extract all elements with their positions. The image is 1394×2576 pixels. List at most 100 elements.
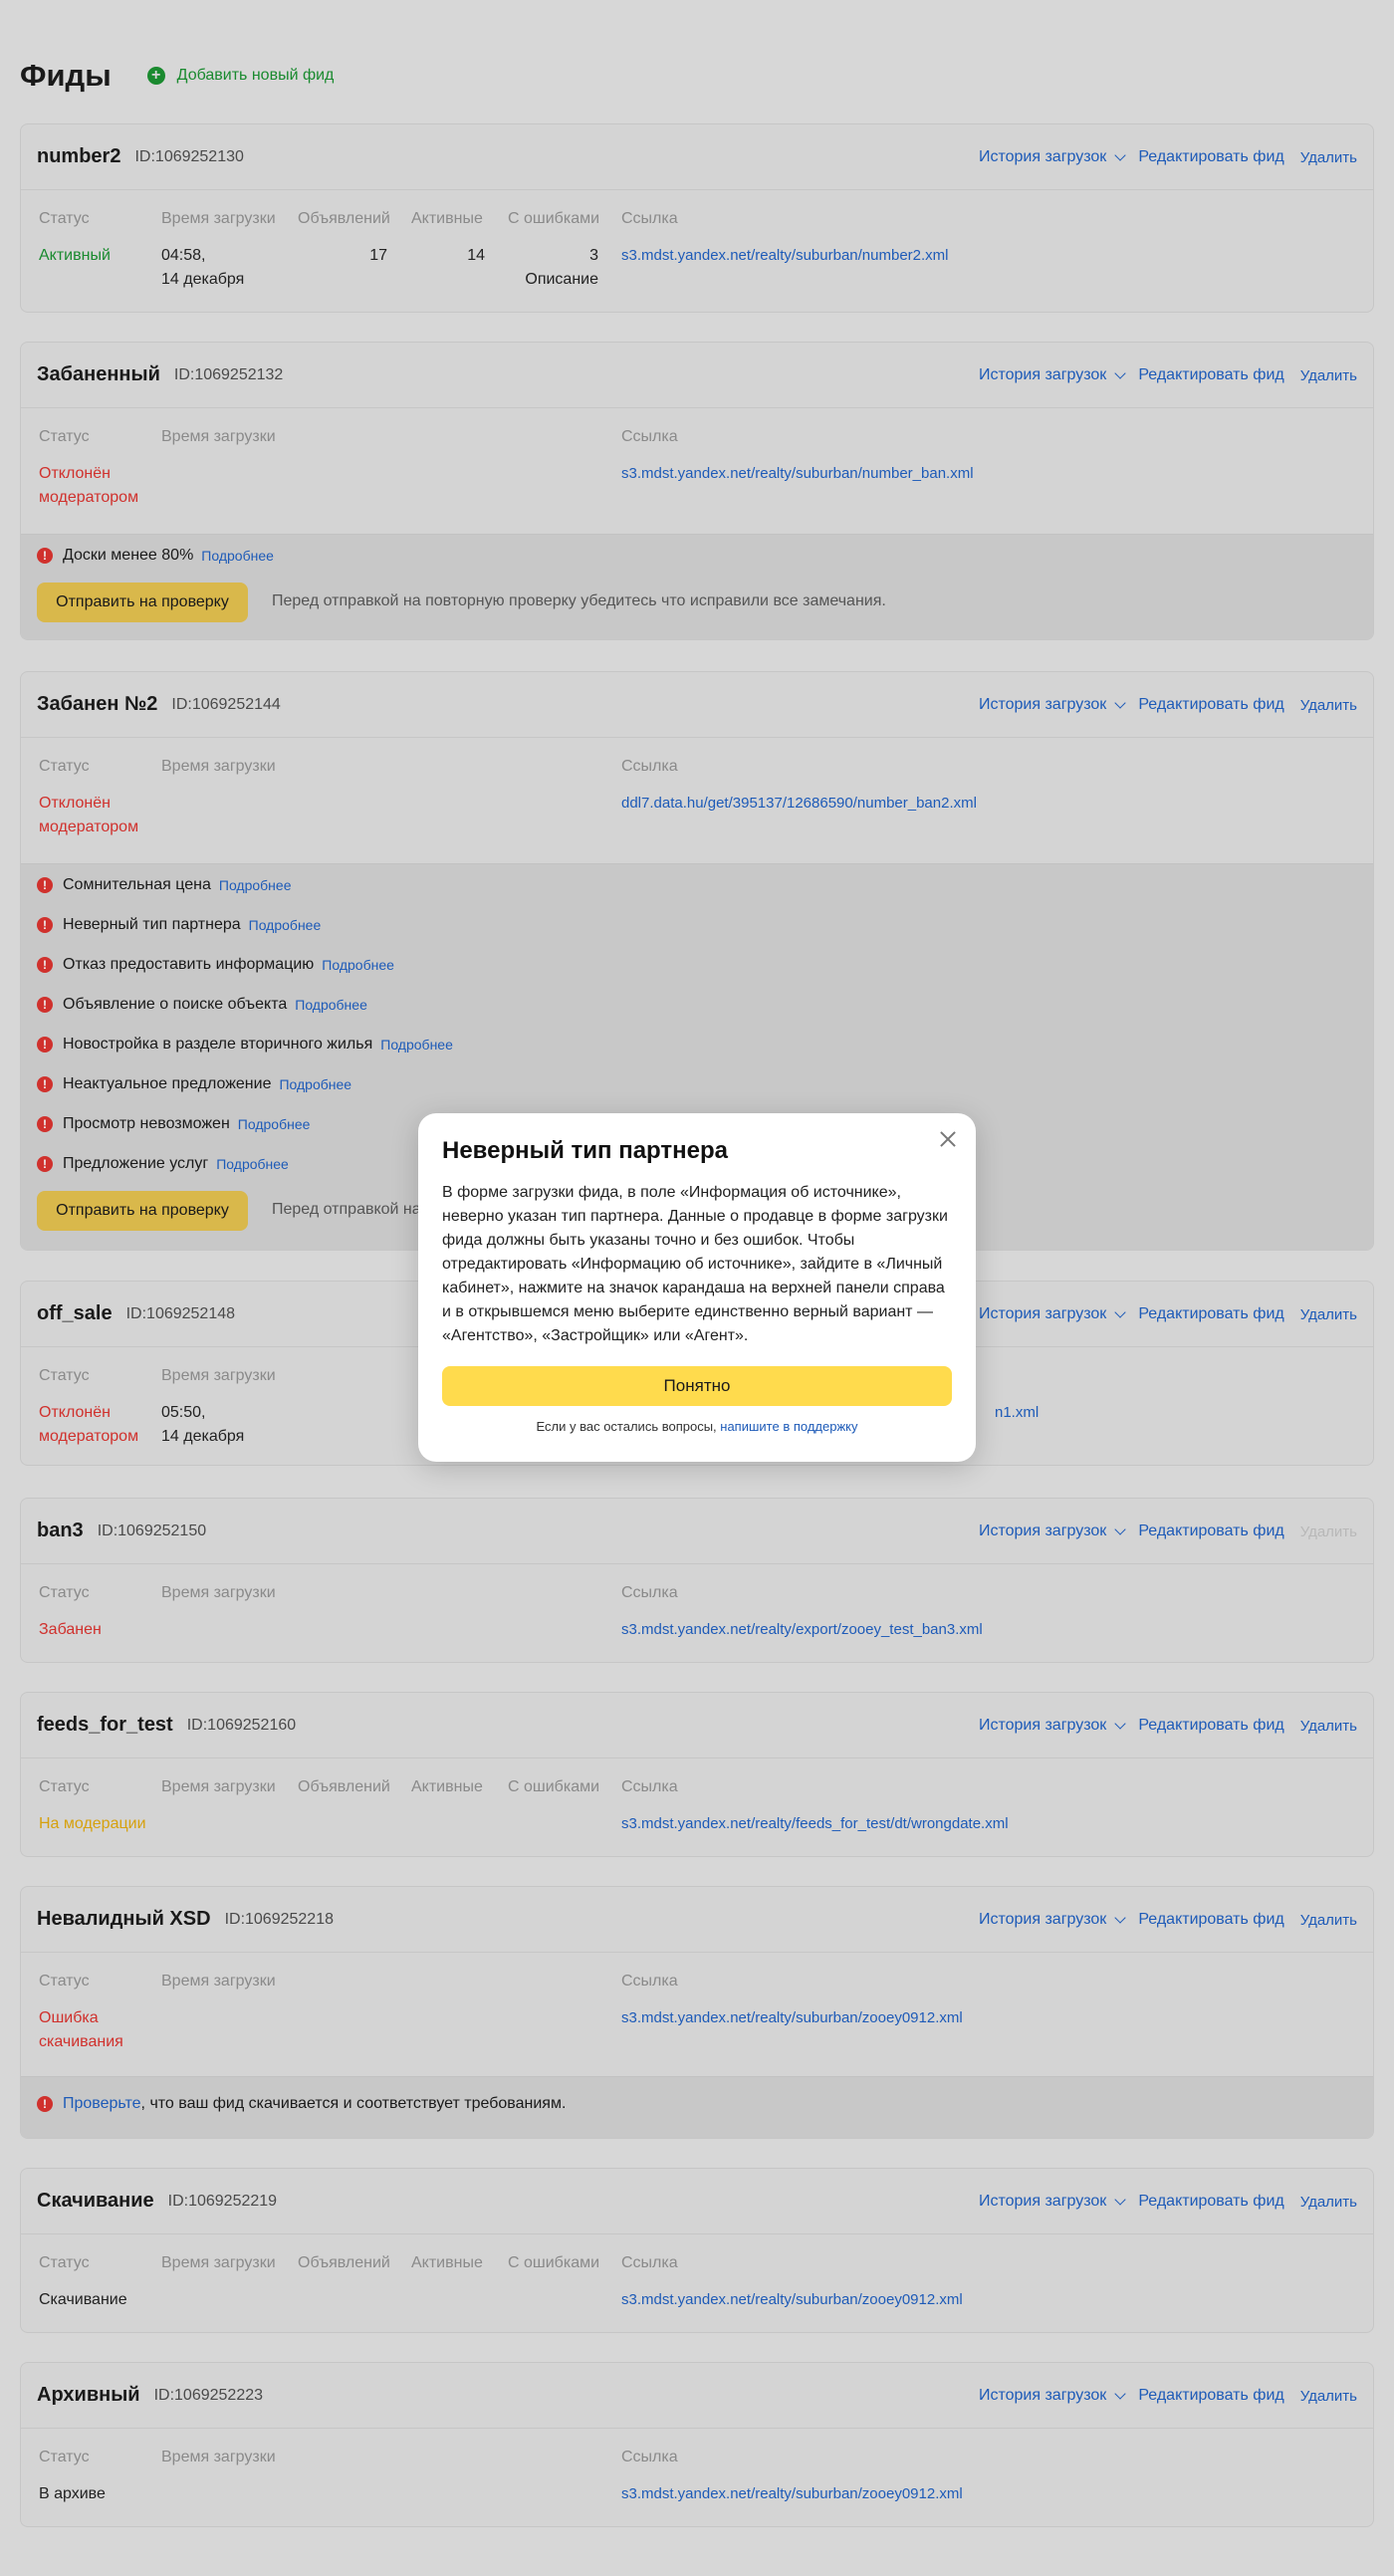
col-errors: С ошибками bbox=[508, 1778, 600, 1795]
more-link[interactable]: Подробнее bbox=[380, 1037, 453, 1053]
recheck-note: Перед отправкой на повторную проверку уб… bbox=[272, 592, 886, 609]
col-link: Ссылка bbox=[621, 1584, 678, 1601]
errors-count: 3 bbox=[589, 247, 598, 264]
col-errors: С ошибками bbox=[508, 2254, 600, 2271]
chevron-down-icon bbox=[1114, 1522, 1126, 1535]
more-link[interactable]: Подробнее bbox=[279, 1076, 351, 1092]
more-link[interactable]: Подробнее bbox=[322, 957, 394, 973]
col-status: Статус bbox=[39, 1367, 90, 1384]
feed-card: feeds_for_test ID:1069252160 История заг… bbox=[20, 1692, 1374, 1857]
issue-item: ! Неактуальное предложение Подробнее bbox=[37, 1075, 351, 1093]
status-value: На модерации bbox=[39, 1815, 146, 1832]
feed-url-link[interactable]: n1.xml bbox=[995, 1401, 1039, 1425]
alert-icon: ! bbox=[37, 2096, 53, 2112]
more-link[interactable]: Подробнее bbox=[295, 997, 367, 1013]
delete-feed-link[interactable]: Удалить bbox=[1300, 367, 1357, 384]
more-link[interactable]: Подробнее bbox=[249, 917, 322, 933]
delete-feed-link[interactable]: Удалить bbox=[1300, 697, 1357, 714]
issues-panel: ! Доски менее 80% Подробнее Отправить на… bbox=[21, 534, 1373, 639]
edit-feed-link[interactable]: Редактировать фид bbox=[1138, 1522, 1283, 1540]
add-feed-button[interactable]: + Добавить новый фид bbox=[146, 67, 334, 85]
col-link: Ссылка bbox=[621, 428, 678, 445]
edit-feed-link[interactable]: Редактировать фид bbox=[1138, 1717, 1283, 1735]
feed-name: ban3 bbox=[37, 1520, 84, 1541]
history-dropdown[interactable]: История загрузок bbox=[979, 696, 1126, 714]
edit-feed-link[interactable]: Редактировать фид bbox=[1138, 148, 1283, 166]
feed-id: ID:1069252132 bbox=[173, 365, 284, 383]
history-dropdown[interactable]: История загрузок bbox=[979, 1305, 1126, 1323]
alert-icon: ! bbox=[37, 957, 53, 973]
issue-item: ! Объявление о поиске объекта Подробнее bbox=[37, 996, 367, 1014]
feed-url-link[interactable]: s3.mdst.yandex.net/realty/suburban/numbe… bbox=[621, 462, 974, 486]
edit-feed-link[interactable]: Редактировать фид bbox=[1138, 1305, 1283, 1323]
col-time: Время загрузки bbox=[161, 2254, 276, 2271]
status-value-line-1: Ошибка bbox=[39, 2009, 99, 2026]
alert-icon: ! bbox=[37, 1037, 53, 1053]
check-link[interactable]: Проверьте bbox=[63, 2095, 141, 2113]
feed-card: Забаненный ID:1069252132 История загрузо… bbox=[20, 342, 1374, 640]
alert-icon: ! bbox=[37, 917, 53, 933]
feed-card: number2 ID:1069252130 История загрузок Р… bbox=[20, 123, 1374, 313]
status-value: Забанен bbox=[39, 1621, 102, 1638]
history-dropdown[interactable]: История загрузок bbox=[979, 366, 1126, 384]
feed-url-link[interactable]: s3.mdst.yandex.net/realty/suburban/zooey… bbox=[621, 2288, 963, 2312]
feed-id: ID:1069252130 bbox=[134, 147, 244, 165]
more-link[interactable]: Подробнее bbox=[238, 1116, 311, 1132]
feed-id: ID:1069252144 bbox=[171, 695, 281, 713]
recheck-button[interactable]: Отправить на проверку bbox=[37, 583, 248, 622]
col-link: Ссылка bbox=[621, 758, 678, 775]
more-link[interactable]: Подробнее bbox=[216, 1156, 289, 1172]
issue-item: ! Доски менее 80% Подробнее bbox=[37, 547, 274, 565]
delete-feed-link[interactable]: Удалить bbox=[1300, 1306, 1357, 1323]
history-dropdown[interactable]: История загрузок bbox=[979, 1522, 1126, 1540]
page-title: Фиды bbox=[20, 58, 112, 93]
history-dropdown[interactable]: История загрузок bbox=[979, 148, 1126, 166]
feed-url-link[interactable]: s3.mdst.yandex.net/realty/export/zooey_t… bbox=[621, 1618, 983, 1642]
chevron-down-icon bbox=[1114, 366, 1126, 379]
feed-url-link[interactable]: s3.mdst.yandex.net/realty/feeds_for_test… bbox=[621, 1812, 1009, 1836]
status-value: В архиве bbox=[39, 2485, 106, 2502]
edit-feed-link[interactable]: Редактировать фид bbox=[1138, 2387, 1283, 2405]
more-link[interactable]: Подробнее bbox=[201, 548, 274, 564]
feed-name: Архивный bbox=[37, 2384, 140, 2406]
col-link: Ссылка bbox=[621, 1973, 678, 1990]
modal-title: Неверный тип партнера bbox=[442, 1137, 729, 1164]
delete-feed-link[interactable]: Удалить bbox=[1300, 1912, 1357, 1929]
edit-feed-link[interactable]: Редактировать фид bbox=[1138, 696, 1283, 714]
errors-description[interactable]: Описание bbox=[499, 268, 598, 292]
feed-card: ban3 ID:1069252150 История загрузок Реда… bbox=[20, 1498, 1374, 1663]
close-icon[interactable] bbox=[936, 1127, 960, 1151]
edit-feed-link[interactable]: Редактировать фид bbox=[1138, 366, 1283, 384]
more-link[interactable]: Подробнее bbox=[219, 877, 292, 893]
alert-icon: ! bbox=[37, 1156, 53, 1172]
status-value-line-1: Отклонён bbox=[39, 1404, 111, 1421]
info-modal: Неверный тип партнера В форме загрузки ф… bbox=[418, 1113, 976, 1462]
feed-url-link[interactable]: s3.mdst.yandex.net/realty/suburban/numbe… bbox=[621, 244, 949, 268]
ok-button[interactable]: Понятно bbox=[442, 1366, 952, 1406]
history-dropdown[interactable]: История загрузок bbox=[979, 2387, 1126, 2405]
col-time: Время загрузки bbox=[161, 1973, 276, 1990]
chevron-down-icon bbox=[1114, 2193, 1126, 2206]
feed-name: number2 bbox=[37, 145, 121, 167]
delete-feed-link[interactable]: Удалить bbox=[1300, 1718, 1357, 1735]
feed-url-link[interactable]: s3.mdst.yandex.net/realty/suburban/zooey… bbox=[621, 2006, 963, 2030]
modal-footer: Если у вас остались вопросы, напишите в … bbox=[536, 1419, 858, 1434]
recheck-button[interactable]: Отправить на проверку bbox=[37, 1191, 248, 1231]
col-errors: С ошибками bbox=[508, 210, 600, 227]
chevron-down-icon bbox=[1114, 1305, 1126, 1318]
status-value-line-2: скачивания bbox=[39, 2033, 123, 2050]
status-value-line-2: модератором bbox=[39, 819, 139, 835]
delete-feed-link[interactable]: Удалить bbox=[1300, 2194, 1357, 2211]
history-dropdown[interactable]: История загрузок bbox=[979, 1911, 1126, 1929]
delete-feed-link[interactable]: Удалить bbox=[1300, 149, 1357, 166]
support-link[interactable]: напишите в поддержку bbox=[720, 1419, 857, 1434]
feed-card: Скачивание ID:1069252219 История загрузо… bbox=[20, 2168, 1374, 2333]
edit-feed-link[interactable]: Редактировать фид bbox=[1138, 2193, 1283, 2211]
feed-url-link[interactable]: s3.mdst.yandex.net/realty/suburban/zooey… bbox=[621, 2482, 963, 2506]
history-dropdown[interactable]: История загрузок bbox=[979, 2193, 1126, 2211]
history-dropdown[interactable]: История загрузок bbox=[979, 1717, 1126, 1735]
feed-url-link[interactable]: ddl7.data.hu/get/395137/12686590/number_… bbox=[621, 792, 977, 816]
col-time: Время загрузки bbox=[161, 428, 276, 445]
edit-feed-link[interactable]: Редактировать фид bbox=[1138, 1911, 1283, 1929]
delete-feed-link[interactable]: Удалить bbox=[1300, 2388, 1357, 2405]
